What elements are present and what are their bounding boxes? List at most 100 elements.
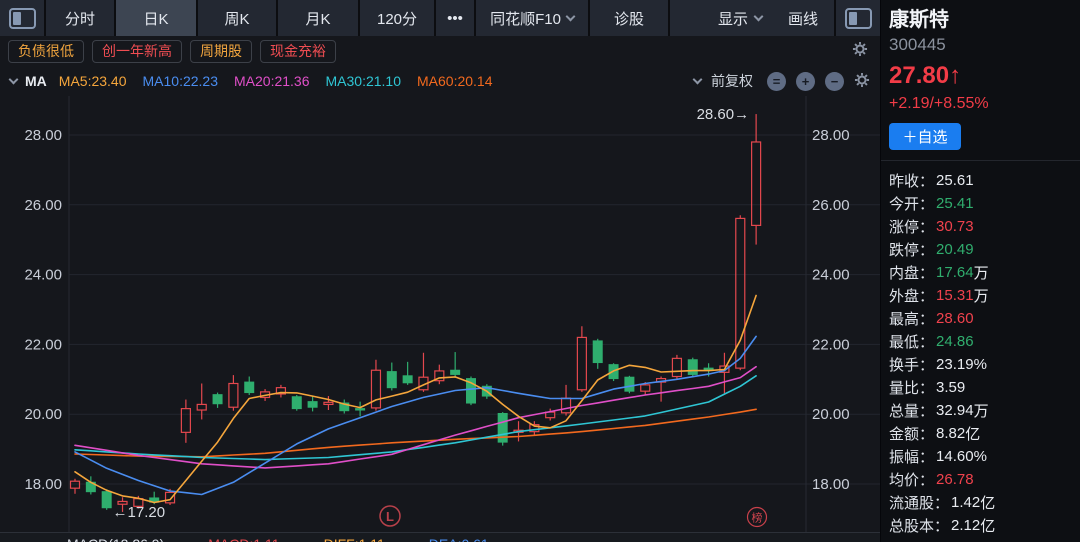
rank-badge: 榜 [748, 508, 767, 527]
stat-value: 28.60 [936, 310, 974, 327]
add-watchlist-button[interactable]: ＋自选 [889, 123, 961, 150]
stat-row: 今开25.41 [889, 193, 1074, 214]
kline-chart[interactable]: 28.0028.0026.0026.0024.0024.0022.0022.00… [0, 96, 880, 532]
stat-value: 1.42 [951, 494, 980, 511]
tags-settings-gear-icon[interactable] [852, 41, 868, 62]
chart-settings-gear-icon[interactable] [854, 72, 870, 91]
y-axis-label-left: 24.00 [24, 267, 62, 284]
macd-values: MACD(12,26,9)MACD:1.11DIFF:1.11DEA:0.61 [0, 533, 880, 542]
candle-up [181, 400, 190, 443]
stat-value: 25.61 [936, 172, 974, 189]
stat-row: 最高28.60 [889, 308, 1074, 329]
candle-up [371, 360, 380, 411]
candle-down [102, 489, 111, 510]
candle-down [340, 400, 349, 414]
stat-unit: 亿 [965, 423, 980, 444]
toolbar-right-actions: 显示 画线 [670, 0, 834, 36]
stat-unit: 亿 [980, 515, 995, 536]
zoom-out-button[interactable]: − [825, 72, 844, 91]
stock-tag[interactable]: 负债很低 [8, 40, 84, 63]
stat-label: 流通股 [889, 492, 949, 513]
toolbar-action-显示[interactable]: 显示 [718, 8, 762, 29]
stat-label: 今开 [889, 193, 934, 214]
stat-row: 涨停30.73 [889, 216, 1074, 237]
ma-value: MA60:20.14 [417, 73, 493, 89]
adjust-dropdown-chevron-icon[interactable] [693, 74, 703, 84]
candle-down [593, 339, 602, 369]
candle-up [752, 114, 761, 245]
ma-line-MA60 [75, 409, 756, 457]
macd-segment: DIFF:1.11 [324, 536, 385, 542]
tab-月K[interactable]: 月K [278, 0, 358, 36]
stat-label: 跌停 [889, 239, 934, 260]
stat-row: 均价26.78 [889, 469, 1074, 490]
broker-logo-watermark: L [380, 506, 400, 526]
macd-segment: MACD(12,26,9) [67, 536, 164, 542]
stat-label: 昨收 [889, 170, 934, 191]
macd-segment: MACD:1.11 [208, 536, 279, 542]
tab-周K[interactable]: 周K [198, 0, 276, 36]
ma-value: MA10:22.23 [143, 73, 219, 89]
stock-tag[interactable]: 现金充裕 [260, 40, 336, 63]
stat-label: 最低 [889, 331, 934, 352]
layout-toggle-left-button[interactable] [0, 0, 44, 36]
candle-up [562, 385, 571, 416]
macd-indicator-row-clipped: MACD(12,26,9)MACD:1.11DIFF:1.11DEA:0.61 [0, 532, 880, 542]
ma-value: MA5:23.40 [59, 73, 127, 89]
tab-日K[interactable]: 日K [116, 0, 196, 36]
tab-诊股[interactable]: 诊股 [590, 0, 668, 36]
stat-value: 3.59 [936, 379, 965, 396]
stat-value: 32.94 [936, 402, 974, 419]
toolbar-action-画线[interactable]: 画线 [788, 8, 818, 29]
stock-tags: 负债很低创一年新高周期股现金充裕 [8, 40, 344, 63]
stock-code: 300445 [889, 34, 1072, 56]
tab-分时[interactable]: 分时 [46, 0, 114, 36]
dropdown-chevron-icon [565, 11, 575, 21]
candle-down [451, 352, 460, 378]
price-change: +2.19/+8.55% [889, 94, 1072, 114]
stat-row: 振幅14.60% [889, 446, 1074, 467]
candle-down [498, 412, 507, 446]
svg-text:榜: 榜 [752, 511, 763, 525]
stock-tag[interactable]: 创一年新高 [92, 40, 182, 63]
candle-down [86, 476, 95, 494]
stat-row: 总量32.94万 [889, 400, 1074, 421]
stat-label: 外盘 [889, 285, 934, 306]
tab-同花顺F10[interactable]: 同花顺F10 [476, 0, 588, 36]
price-adjust-mode[interactable]: 前复权 [711, 71, 753, 91]
ma-line-MA10 [75, 336, 756, 494]
candle-up [672, 355, 681, 379]
reset-zoom-button[interactable]: = [767, 72, 786, 91]
stat-row: 总股本2.12亿 [889, 515, 1074, 536]
stat-value: 14.60% [936, 448, 987, 465]
price-annotation: ←17.20 [113, 504, 166, 521]
stat-value: 8.82 [936, 425, 965, 442]
ma-group-label: MA [25, 73, 47, 89]
layout-toggle-right-button[interactable] [836, 0, 880, 36]
panel-toggle-icon [845, 8, 872, 29]
quote-panel: 康斯特 300445 27.80↑ +2.19/+8.55% ＋自选 昨收25.… [880, 0, 1080, 542]
y-axis-label-right: 20.00 [812, 406, 850, 423]
stat-label: 内盘 [889, 262, 934, 283]
stat-value: 2.12 [951, 517, 980, 534]
y-axis-label-right: 24.00 [812, 267, 850, 284]
tab-120分[interactable]: 120分 [360, 0, 434, 36]
ma-collapse-chevron-icon[interactable] [9, 74, 19, 84]
svg-text:L: L [386, 509, 394, 524]
stat-label: 总量 [889, 400, 934, 421]
candle-up [276, 385, 285, 398]
y-axis-label-left: 20.00 [24, 406, 62, 423]
stock-name: 康斯特 [889, 8, 1072, 32]
tab-•••[interactable]: ••• [436, 0, 474, 36]
y-axis-label-left: 28.00 [24, 127, 62, 144]
stat-unit: 万 [974, 262, 989, 283]
chart-section: 分时日K周K月K120分•••同花顺F10诊股 显示 画线 负债很低创一年新高周期… [0, 0, 880, 542]
stat-value: 24.86 [936, 333, 974, 350]
zoom-in-button[interactable]: + [796, 72, 815, 91]
ma-value: MA20:21.36 [234, 73, 310, 89]
candle-down [688, 358, 697, 378]
stat-label: 振幅 [889, 446, 934, 467]
stat-row: 金额8.82亿 [889, 423, 1074, 444]
candle-down [625, 376, 634, 393]
stock-tag[interactable]: 周期股 [190, 40, 252, 63]
